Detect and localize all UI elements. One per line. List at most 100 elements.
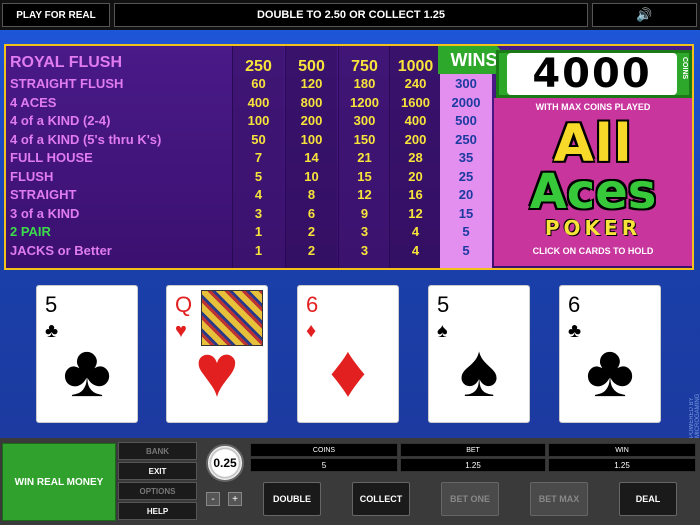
payout-cell: 12 (357, 187, 372, 202)
coins-header: COINS (250, 443, 398, 457)
play-for-real-button[interactable]: PLAY FOR REAL (2, 3, 110, 27)
payout-cell: 4 (411, 242, 420, 258)
card-rank: Q (175, 292, 193, 317)
card-rank: 6 (306, 292, 319, 317)
club-icon: ♣ (585, 329, 635, 412)
payout-cell: 8 (307, 187, 316, 202)
hand-4-kind-low: 4 of a KIND (2-4) (10, 113, 111, 128)
options-button[interactable]: OPTIONS (118, 482, 197, 500)
payout-cell: 500 (455, 113, 477, 128)
payout-cell: 3 (254, 205, 263, 221)
card-2[interactable]: Q ♥ ♥ (166, 285, 268, 423)
hand-straight: STRAIGHT (10, 187, 77, 202)
payout-cell: 12 (408, 205, 423, 221)
payout-cell: 5 (462, 224, 470, 239)
payout-cell: 300 (353, 113, 376, 128)
hand-3-kind: 3 of a KIND (10, 205, 80, 221)
payout-cell: 240 (404, 76, 427, 91)
max-coins-note: WITH MAX COINS PLAYED (535, 102, 651, 112)
payout-cell: 250 (455, 131, 477, 147)
payout-cell: 50 (251, 131, 266, 147)
help-button[interactable]: HELP (118, 502, 197, 520)
payout-cell: 200 (404, 131, 427, 147)
payout-column-4: 1000 240 1600 400 200 28 20 16 12 4 4 (389, 46, 441, 268)
hand-flush: FLUSH (10, 168, 54, 184)
payout-cell: 5 (254, 168, 263, 184)
bet-header: BET (400, 443, 546, 457)
hand-full-house: FULL HOUSE (10, 150, 93, 165)
logo-line-2: Aces (529, 164, 657, 220)
payout-cell: 400 (404, 113, 427, 128)
deal-button[interactable]: DEAL (619, 482, 677, 516)
payout-cell: 7 (254, 150, 263, 165)
payout-cell: 16 (408, 187, 423, 202)
payout-cell: 100 (300, 131, 323, 147)
payout-cell: 1 (254, 242, 263, 258)
payout-cell: 180 (353, 76, 376, 91)
plus-button[interactable]: + (228, 492, 242, 506)
minus-button[interactable]: - (206, 492, 220, 506)
payout-cell: 200 (300, 113, 323, 128)
payout-cell: 3 (360, 242, 369, 258)
payout-cell: 1200 (350, 94, 379, 110)
card-rank: 5 (45, 292, 58, 317)
message-display: DOUBLE TO 2.50 OR COLLECT 1.25 (114, 3, 588, 27)
coins-caption: COINS (681, 57, 688, 80)
payout-cell: 2 (307, 242, 316, 258)
payout-column-2: 500 120 800 200 100 14 10 8 6 2 2 (285, 46, 337, 268)
payout-cell: 60 (251, 76, 266, 91)
card-3[interactable]: 6 ♦ ♦ (297, 285, 399, 423)
payout-cell: 4 (411, 224, 420, 239)
win-real-money-button[interactable]: WIN REAL MONEY (2, 443, 116, 521)
card-rank: 5 (437, 292, 450, 317)
exit-button[interactable]: EXIT (118, 462, 197, 480)
wins-display: 4000 COINS (496, 50, 692, 98)
payout-cell: 15 (357, 168, 372, 184)
spade-icon: ♠ (459, 329, 499, 412)
payout-cell: 1 (254, 224, 263, 239)
payout-cell: 2000 (451, 94, 481, 110)
bet-one-button[interactable]: BET ONE (441, 482, 499, 516)
payout-column-3: 750 180 1200 300 150 21 15 12 9 3 3 (338, 46, 390, 268)
logo-line-3: POKER (544, 216, 642, 240)
payout-cell: 800 (300, 94, 323, 110)
card-5[interactable]: 6 ♣ ♣ (559, 285, 661, 423)
heart-icon: ♥ (195, 329, 239, 412)
payout-cell: 9 (360, 205, 369, 221)
payout-cell: 150 (353, 131, 376, 147)
payout-cell: 25 (458, 168, 474, 184)
payout-cell: 20 (408, 168, 423, 184)
bet-value: 1.25 (400, 458, 546, 472)
hand-jacks-better: JACKS or Better (10, 242, 112, 258)
hand-royal-flush: ROYAL FLUSH (10, 54, 123, 71)
payout-cell: 6 (307, 205, 316, 221)
payout-cell: 5 (462, 242, 470, 258)
card-1[interactable]: 5 ♣ ♣ (36, 285, 138, 423)
powered-by-label: POWERED BY MICROGAMING (689, 393, 700, 438)
collect-button[interactable]: COLLECT (352, 482, 410, 516)
speaker-icon[interactable]: 🔊 (592, 3, 697, 27)
payout-cell: 2 (307, 224, 316, 239)
bet-max-button[interactable]: BET MAX (530, 482, 588, 516)
card-4[interactable]: 5 ♠ ♠ (428, 285, 530, 423)
payout-cell: 10 (304, 168, 319, 184)
game-logo: WITH MAX COINS PLAYED All Aces POKER CLI… (494, 98, 692, 266)
wins-value: 4000 (507, 51, 677, 97)
hand-names: ROYAL FLUSH STRAIGHT FLUSH 4 ACES 4 of a… (10, 54, 230, 261)
payout-cell: 500 (298, 58, 325, 75)
bank-button[interactable]: BANK (118, 442, 197, 460)
payout-column-1: 250 60 400 100 50 7 5 4 3 1 1 (232, 46, 284, 268)
click-cards-note: CLICK ON CARDS TO HOLD (532, 246, 654, 256)
payout-cell: 300 (455, 76, 477, 91)
diamond-icon: ♦ (329, 329, 367, 412)
payout-cell: 28 (408, 150, 423, 165)
game-table: ROYAL FLUSH STRAIGHT FLUSH 4 ACES 4 of a… (0, 30, 700, 438)
double-button[interactable]: DOUBLE (263, 482, 321, 516)
payout-cell: 21 (357, 150, 372, 165)
payout-cell: 15 (458, 205, 474, 221)
hand-2-pair: 2 PAIR (10, 224, 51, 239)
payout-cell: 3 (360, 224, 369, 239)
payout-cell: 14 (304, 150, 319, 165)
payout-cell: 120 (300, 76, 323, 91)
card-rank: 6 (568, 292, 581, 317)
